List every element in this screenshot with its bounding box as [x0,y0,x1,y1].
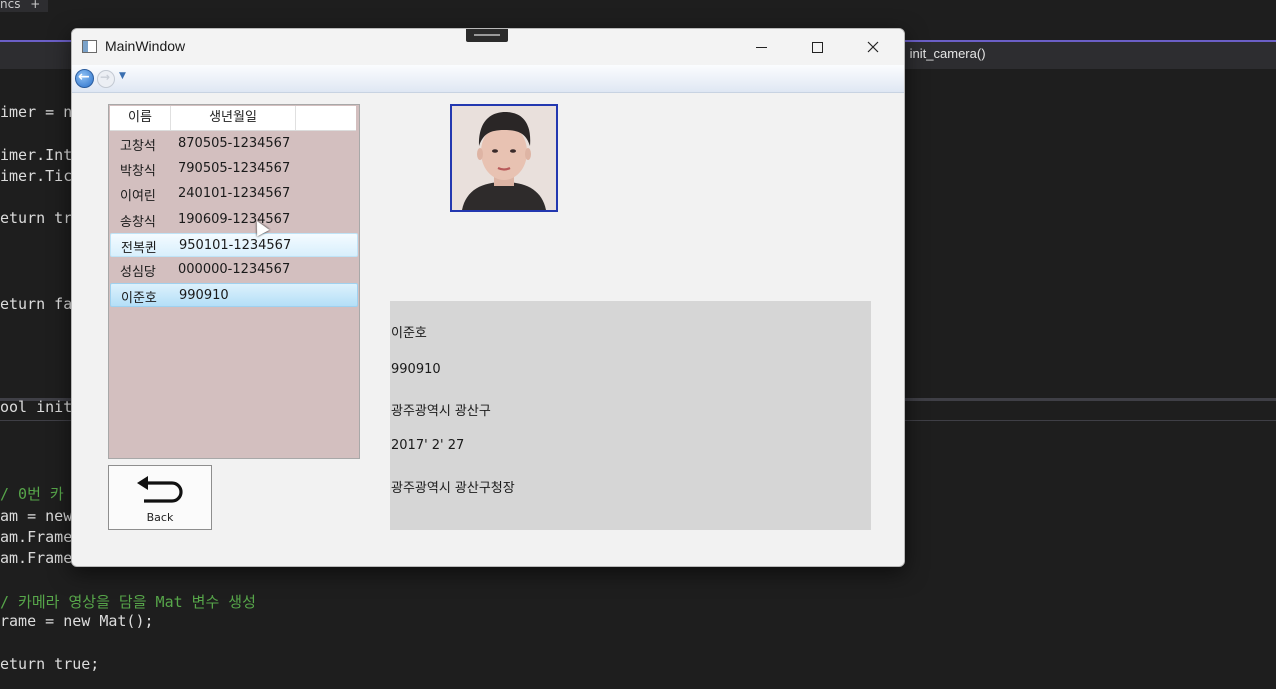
nav-forward-button[interactable] [97,70,115,88]
code-line: imer.Inte [0,146,82,164]
ide-tab[interactable]: ncs + [0,0,49,12]
list-item-birth: 870505-1234567 [178,136,291,151]
code-line: rame = new Mat(); [0,612,154,630]
list-item-birth: 790505-1234567 [178,161,291,177]
app-window-icon [82,40,97,53]
maximize-button[interactable] [794,29,840,65]
list-item[interactable]: 성심당 000000-1234567 [110,258,358,282]
ide-function-dropdown[interactable]: ● init_camera() [898,46,986,61]
list-item[interactable]: 박창식 790505-1234567 [110,157,358,181]
code-line: imer = ne [0,103,82,121]
column-header-empty[interactable] [296,106,356,130]
navigation-bar: ▼ [72,65,904,93]
main-window: MainWindow ▼ 이름 생년월일 고창석 870505-1234567 박창… [71,28,905,567]
info-issue-date: 2017' 2' 27 [391,438,465,453]
code-line: / 카메라 영상을 담을 Mat 변수 생성 [0,593,256,611]
column-header-name[interactable]: 이름 [110,106,171,130]
back-button[interactable]: Back [108,465,212,530]
window-title: MainWindow [105,38,186,54]
column-header-birth[interactable]: 생년월일 [171,106,296,130]
snap-layout-handle[interactable] [466,29,508,42]
list-item-name: 이준호 [121,291,157,307]
listview-header: 이름 생년월일 [110,106,356,131]
code-line: am.Frame [0,549,73,567]
list-item[interactable]: 이준호 990910 [110,283,358,308]
list-item[interactable]: 고창석 870505-1234567 [110,132,358,156]
ide-function-name: init_camera() [909,46,986,61]
info-issuer: 광주광역시 광산구청장 [391,481,515,496]
ide-tab-label: ncs [0,0,21,11]
list-item[interactable]: 이여린 240101-1234567 [110,182,358,206]
info-name: 이준호 [391,326,427,341]
title-bar[interactable]: MainWindow [72,29,904,65]
list-item-name: 성심당 [120,264,156,280]
list-item-name: 고창석 [120,139,156,154]
back-arrow-icon [137,476,183,503]
portrait-image [452,106,556,210]
profile-photo [450,104,558,212]
minimize-button[interactable] [738,29,784,65]
page-content: 이름 생년월일 고창석 870505-1234567 박창식 790505-12345… [72,93,904,566]
list-item-name: 박창식 [120,164,156,180]
nav-history-dropdown-icon[interactable]: ▼ [119,71,126,81]
list-item-name: 이여린 [120,189,156,205]
code-line: am.Frame [0,528,73,546]
list-item[interactable]: 전복퀸 950101-1234567 [110,232,358,257]
ide-tab-add-icon[interactable]: + [30,0,40,11]
close-icon [867,41,879,53]
code-line: eturn true; [0,655,100,673]
list-item-birth: 950101-1234567 [179,237,292,253]
list-item-birth: 990910 [179,288,229,304]
list-item[interactable]: 송창식 190609-1234567 [110,208,358,232]
code-line: / 0번 카 [0,485,64,503]
code-line: ool init [0,398,73,416]
list-item-name: 전복퀸 [121,240,157,256]
list-item-birth: 240101-1234567 [178,186,291,202]
person-listview[interactable]: 이름 생년월일 고창석 870505-1234567 박창식 790505-12345… [108,104,360,459]
ide-top-bar [0,0,1276,14]
list-item-birth: 000000-1234567 [178,261,291,277]
list-item-name: 송창식 [120,214,156,230]
close-button[interactable] [850,29,896,65]
back-button-label: Back [146,511,174,524]
info-address: 광주광역시 광산구 [391,404,491,419]
code-line: eturn fa [0,295,73,313]
code-line: eturn tru [0,209,82,227]
info-birth: 990910 [391,362,441,377]
maximize-icon [811,41,823,53]
listview-rows: 고창석 870505-1234567 박창식 790505-1234567 이여린 240… [110,132,358,308]
code-line: am = new [0,507,73,525]
person-info-panel: 이준호 990910 광주광역시 광산구 2017' 2' 27 광주광역시 광… [390,301,871,530]
list-item-birth: 190609-1234567 [178,211,291,227]
minimize-icon [755,46,767,48]
code-line: imer.Tick [0,167,82,185]
nav-back-button[interactable] [75,69,94,88]
